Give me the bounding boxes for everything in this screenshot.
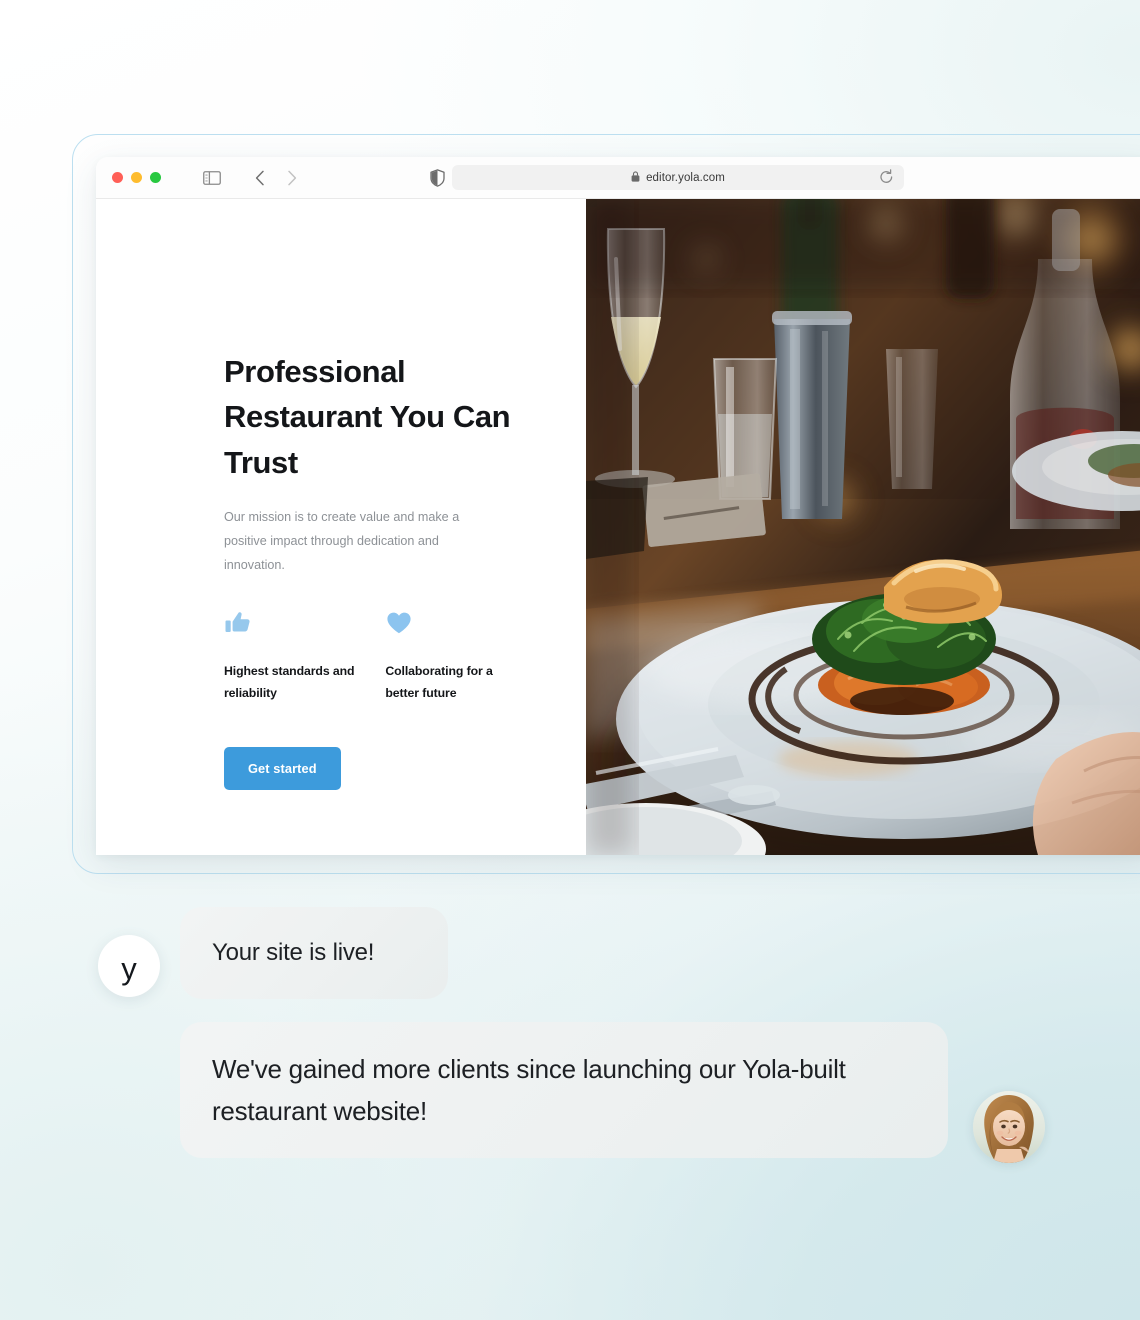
page-root: editor.yola.com Professional Restaurant …: [0, 0, 1140, 1320]
minimize-window-button[interactable]: [131, 172, 142, 183]
chat-message-text: Your site is live!: [212, 939, 375, 966]
address-bar[interactable]: editor.yola.com: [452, 165, 904, 190]
maximize-window-button[interactable]: [150, 172, 161, 183]
window-controls: [112, 172, 161, 183]
feature-item: Highest standards and reliability: [224, 609, 385, 705]
get-started-button[interactable]: Get started: [224, 747, 341, 791]
chat-bubble-brand: Your site is live!: [180, 907, 448, 999]
chevron-right-icon[interactable]: [279, 165, 305, 191]
browser-window: editor.yola.com Professional Restaurant …: [96, 157, 1140, 855]
reload-icon[interactable]: [879, 169, 894, 190]
customer-avatar: [973, 1091, 1045, 1163]
sidebar-toggle-icon[interactable]: [199, 165, 225, 191]
thumbs-up-icon: [224, 609, 385, 639]
hero-subheading: Our mission is to create value and make …: [224, 509, 460, 573]
feature-list: Highest standards and reliability Collab…: [224, 609, 514, 705]
chat-message-text: We've gained more clients since launchin…: [212, 1053, 846, 1126]
feature-label: Highest standards and reliability: [224, 664, 355, 701]
page-title: Professional Restaurant You Can Trust: [224, 354, 511, 480]
browser-toolbar: editor.yola.com: [96, 157, 1140, 199]
hero-text-column: Professional Restaurant You Can Trust Ou…: [96, 199, 586, 855]
feature-item: Collaborating for a better future: [385, 609, 514, 705]
brand-avatar-letter: y: [121, 950, 137, 986]
chat-bubble-customer: We've gained more clients since launchin…: [180, 1022, 948, 1158]
lock-icon: [631, 169, 640, 187]
website-preview: Professional Restaurant You Can Trust Ou…: [96, 199, 1140, 855]
close-window-button[interactable]: [112, 172, 123, 183]
navigation-buttons: [247, 165, 305, 191]
hero-photo: [586, 199, 1140, 855]
chevron-left-icon[interactable]: [247, 165, 273, 191]
url-text: editor.yola.com: [646, 171, 725, 184]
customer-avatar-portrait: [973, 1091, 1045, 1163]
brand-avatar: y: [98, 935, 160, 997]
restaurant-table-illustration: [586, 199, 1140, 855]
feature-label: Collaborating for a better future: [385, 664, 493, 701]
heart-icon: [385, 609, 514, 639]
shield-icon[interactable]: [424, 165, 450, 191]
